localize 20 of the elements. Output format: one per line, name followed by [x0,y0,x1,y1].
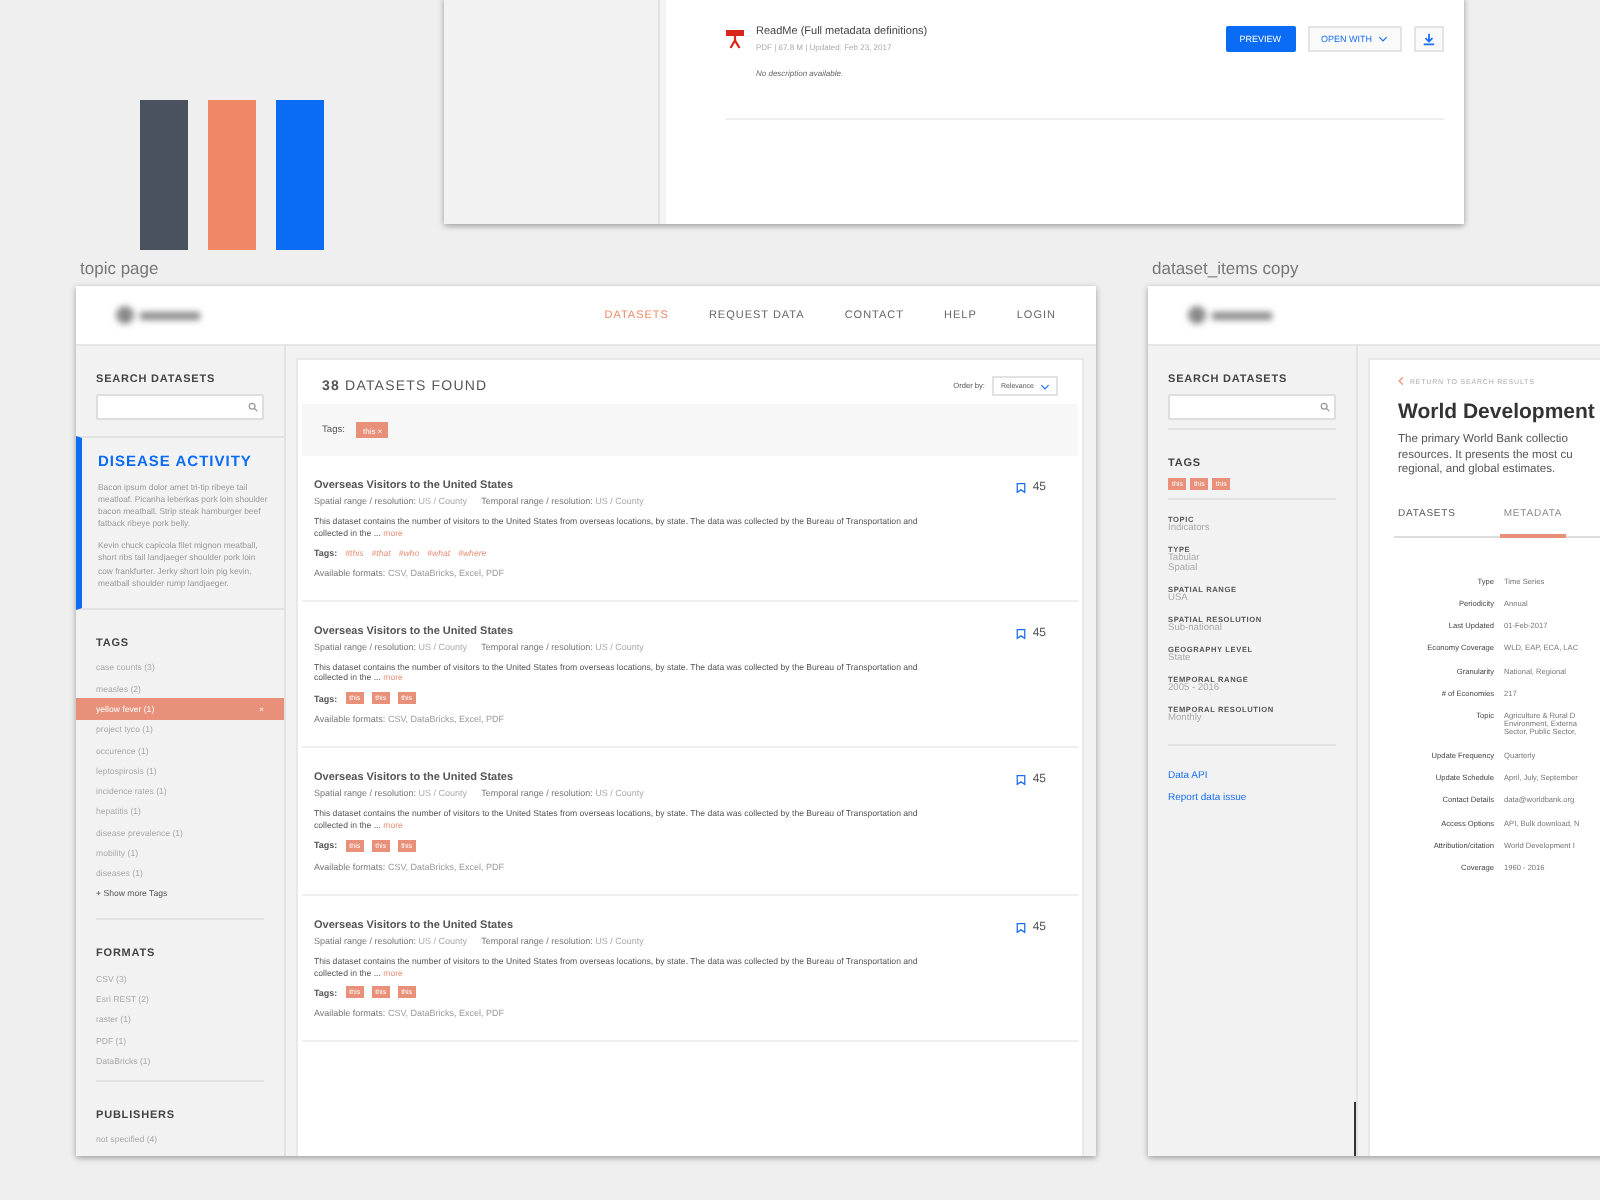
blurred-logo [1188,306,1272,324]
bookmark-icon[interactable] [1016,482,1027,494]
pdf-file-icon [726,28,744,50]
search-icon [248,402,258,412]
caret-icon [1040,383,1050,389]
search-field[interactable] [96,394,264,420]
scrollbar[interactable] [1354,1102,1356,1156]
bookmark-icon[interactable] [1016,774,1027,787]
search-icon [1320,402,1330,412]
chevron-left-icon [1398,376,1404,386]
dataset-title: World Development [1398,400,1597,424]
bookmark-icon[interactable] [1016,921,1027,934]
search-field[interactable] [1168,394,1336,420]
artboard-label: dataset_items copy [1152,258,1299,278]
download-button[interactable] [1414,26,1444,52]
artboard-label: topic page [80,258,159,278]
bookmark-icon[interactable] [1016,627,1027,640]
download-icon [1422,32,1436,46]
blurred-logo [116,306,200,324]
caret-icon [1378,36,1388,42]
